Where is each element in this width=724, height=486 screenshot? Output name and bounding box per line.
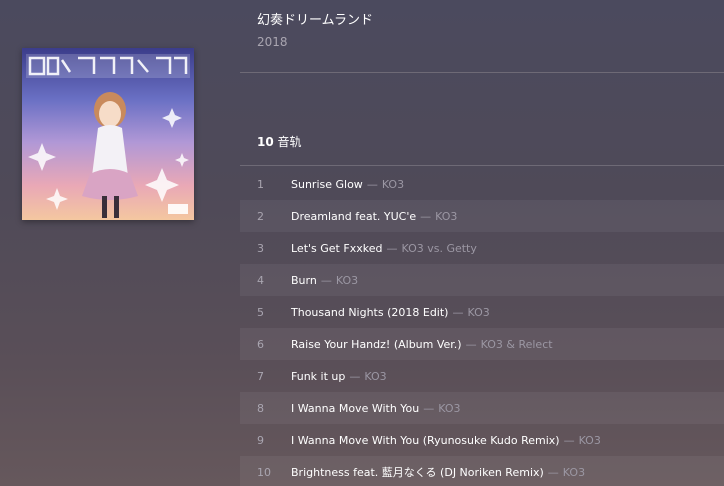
track-number: 4 xyxy=(257,273,264,287)
track-separator: — xyxy=(349,369,361,383)
track-row[interactable]: 5 Thousand Nights (2018 Edit) — KO3 xyxy=(240,296,724,328)
track-number: 10 xyxy=(257,465,271,479)
track-row[interactable]: 4 Burn — KO3 xyxy=(240,264,724,296)
track-row[interactable]: 7 Funk it up — KO3 xyxy=(240,360,724,392)
track-number: 9 xyxy=(257,433,264,447)
track-title: Brightness feat. 藍月なくる (DJ Noriken Remix… xyxy=(291,466,544,479)
track-title: Let's Get Fxxked xyxy=(291,241,383,255)
track-count-number: 10 xyxy=(257,135,274,149)
track-artist[interactable]: KO3 xyxy=(435,210,457,223)
track-number: 5 xyxy=(257,305,264,319)
track-count-unit: 音轨 xyxy=(277,135,302,149)
track-title: Raise Your Handz! (Album Ver.) xyxy=(291,337,462,351)
track-row[interactable]: 6 Raise Your Handz! (Album Ver.) — KO3 &… xyxy=(240,328,724,360)
track-separator: — xyxy=(386,241,398,255)
track-number: 8 xyxy=(257,401,264,415)
track-separator: — xyxy=(420,209,432,223)
track-artist[interactable]: KO3 & Relect xyxy=(481,338,553,351)
track-separator: — xyxy=(423,401,435,415)
track-artist[interactable]: KO3 xyxy=(382,178,404,191)
track-artist[interactable]: KO3 xyxy=(579,434,601,447)
track-title: Burn xyxy=(291,273,317,287)
album-cover-art-icon xyxy=(22,48,194,220)
tracklist-divider xyxy=(240,165,724,166)
track-row[interactable]: 9 I Wanna Move With You (Ryunosuke Kudo … xyxy=(240,424,724,456)
track-row[interactable]: 8 I Wanna Move With You — KO3 xyxy=(240,392,724,424)
track-count: 10 音轨 xyxy=(257,133,302,150)
track-artist[interactable]: KO3 vs. Getty xyxy=(401,242,476,255)
track-number: 6 xyxy=(257,337,264,351)
track-row[interactable]: 3 Let's Get Fxxked — KO3 vs. Getty xyxy=(240,232,724,264)
track-separator: — xyxy=(452,305,464,319)
track-separator: — xyxy=(563,433,575,447)
track-artist[interactable]: KO3 xyxy=(438,402,460,415)
track-row[interactable]: 2 Dreamland feat. YUC'e — KO3 xyxy=(240,200,724,232)
track-separator: — xyxy=(366,177,378,191)
track-number: 2 xyxy=(257,209,264,223)
track-separator: — xyxy=(320,273,332,287)
track-title: Thousand Nights (2018 Edit) xyxy=(291,305,449,319)
track-artist[interactable]: KO3 xyxy=(336,274,358,287)
track-separator: — xyxy=(547,465,559,479)
track-artist[interactable]: KO3 xyxy=(563,466,585,479)
album-cover[interactable] xyxy=(22,48,194,220)
track-title: Sunrise Glow xyxy=(291,177,363,191)
track-number: 7 xyxy=(257,369,264,383)
tracklist: 1 Sunrise Glow — KO3 2 Dreamland feat. Y… xyxy=(240,168,724,486)
track-title: I Wanna Move With You xyxy=(291,401,420,415)
track-separator: — xyxy=(465,337,477,351)
album-title: 幻奏ドリームランド xyxy=(257,13,373,28)
album-year: 2018 xyxy=(257,35,288,49)
track-row[interactable]: 10 Brightness feat. 藍月なくる (DJ Noriken Re… xyxy=(240,456,724,486)
track-number: 3 xyxy=(257,241,264,255)
track-artist[interactable]: KO3 xyxy=(467,306,489,319)
track-number: 1 xyxy=(257,177,264,191)
track-title: I Wanna Move With You (Ryunosuke Kudo Re… xyxy=(291,433,560,447)
track-title: Dreamland feat. YUC'e xyxy=(291,209,417,223)
header-divider xyxy=(240,72,724,73)
track-artist[interactable]: KO3 xyxy=(364,370,386,383)
track-row[interactable]: 1 Sunrise Glow — KO3 xyxy=(240,168,724,200)
track-title: Funk it up xyxy=(291,369,346,383)
